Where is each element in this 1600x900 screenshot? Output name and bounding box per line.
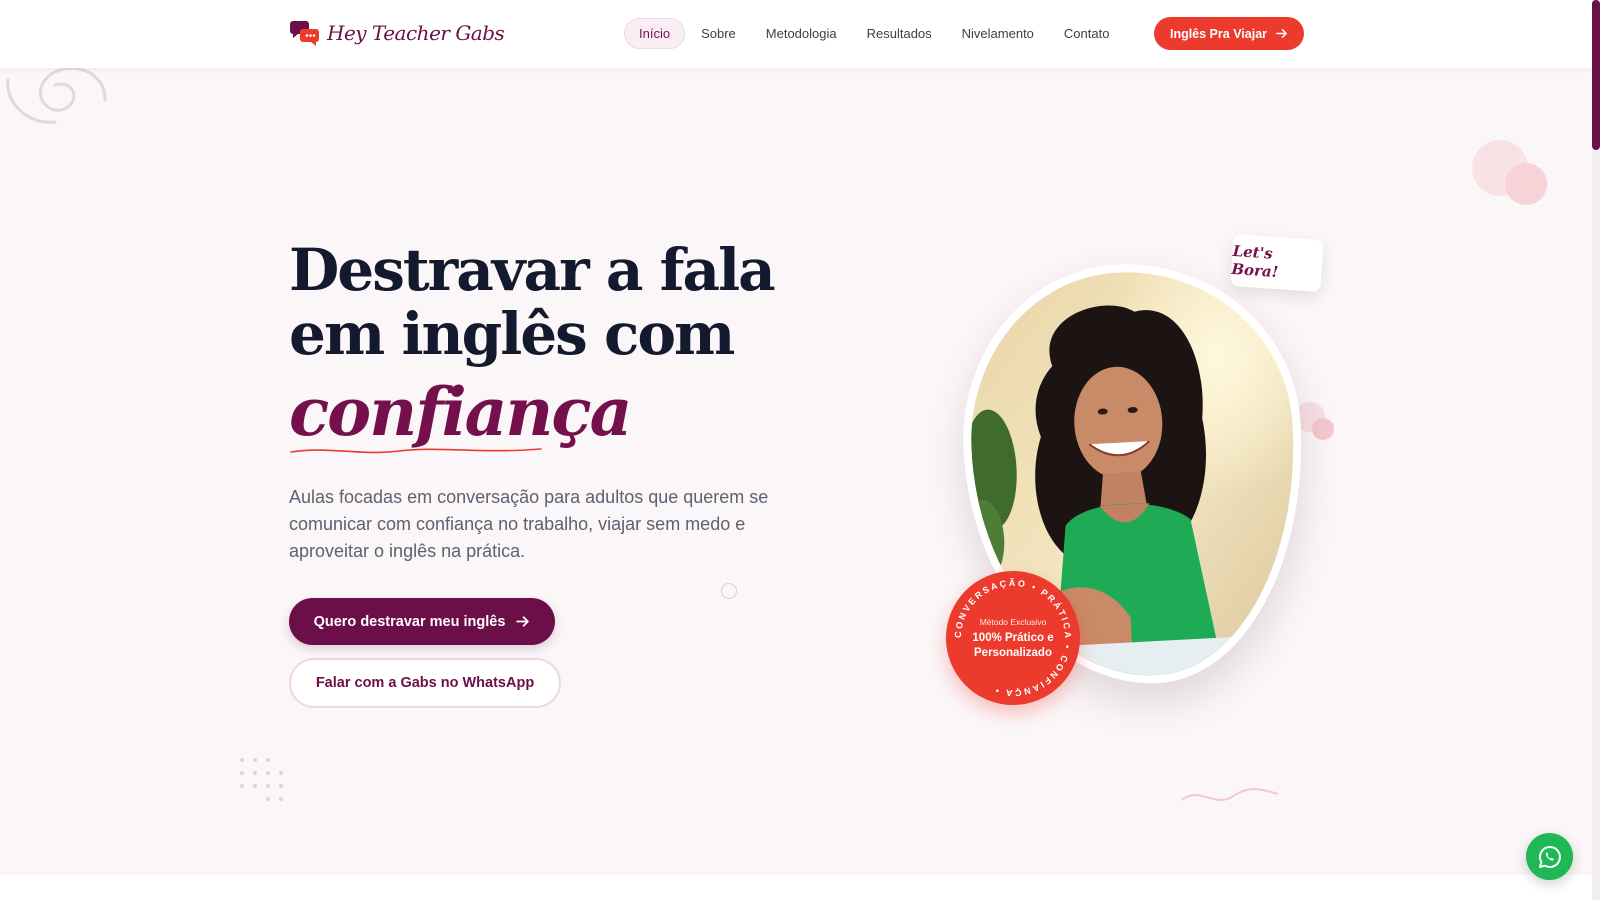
logo[interactable]: Hey Teacher Gabs xyxy=(289,16,505,50)
destravar-ingles-button[interactable]: Quero destravar meu inglês xyxy=(289,598,555,645)
chat-bubbles-icon xyxy=(290,21,319,46)
badge-small-text: Método Exclusivo xyxy=(979,617,1047,627)
nav-item-contato[interactable]: Contato xyxy=(1050,18,1124,49)
main-nav: Início Sobre Metodologia Resultados Nive… xyxy=(624,16,1123,50)
brand-name: Hey Teacher Gabs xyxy=(327,21,505,45)
hero-subtitle: Aulas focadas em conversação para adulto… xyxy=(289,487,769,561)
badge-line-1: 100% Prático e xyxy=(972,632,1054,644)
hero-script-word: confiança xyxy=(289,373,632,451)
decor-blob xyxy=(1505,163,1547,205)
scrollbar-thumb[interactable] xyxy=(1592,0,1600,150)
nav-item-nivelamento[interactable]: Nivelamento xyxy=(948,18,1048,49)
hero-title-line-1: Destravar a fala xyxy=(289,236,776,304)
decor-wave xyxy=(1181,788,1279,801)
site-header: Hey Teacher Gabs Início Sobre Metodologi… xyxy=(0,0,1592,68)
badge-line-2: Personalizado xyxy=(974,647,1052,659)
destravar-ingles-label: Quero destravar meu inglês xyxy=(313,613,506,630)
nav-item-inicio[interactable]: Início xyxy=(624,17,686,49)
decor-dots xyxy=(240,758,283,801)
next-section-edge xyxy=(0,875,1592,900)
arrow-right-icon xyxy=(516,616,530,627)
arrow-right-icon xyxy=(1276,29,1287,38)
page-scrollbar[interactable] xyxy=(1592,0,1600,900)
metodo-badge: CONVERSAÇÃO • PRÁTICA • CONFIANÇA • Méto… xyxy=(946,571,1080,705)
whatsapp-icon xyxy=(1538,845,1561,868)
nav-item-metodologia[interactable]: Metodologia xyxy=(752,18,851,49)
script-underline xyxy=(290,448,542,454)
nav-item-resultados[interactable]: Resultados xyxy=(853,18,946,49)
decor-ring xyxy=(721,583,737,599)
lets-bora-sticker: Let's Bora! xyxy=(1230,233,1324,293)
nav-item-sobre[interactable]: Sobre xyxy=(687,18,750,49)
hero-title-line-2: em inglês com xyxy=(289,300,735,368)
decor-blob xyxy=(1312,418,1334,440)
hero-title: Destravar a fala em inglês com xyxy=(289,238,809,366)
decor-swirl xyxy=(6,66,107,124)
whatsapp-float-button[interactable] xyxy=(1526,833,1573,880)
ingles-pra-viajar-button[interactable]: Inglês Pra Viajar xyxy=(1154,17,1304,50)
badge-main-text: 100% Prático e Personalizado xyxy=(946,631,1080,661)
ingles-pra-viajar-label: Inglês Pra Viajar xyxy=(1169,26,1268,41)
whatsapp-contact-button[interactable]: Falar com a Gabs no WhatsApp xyxy=(289,658,561,708)
